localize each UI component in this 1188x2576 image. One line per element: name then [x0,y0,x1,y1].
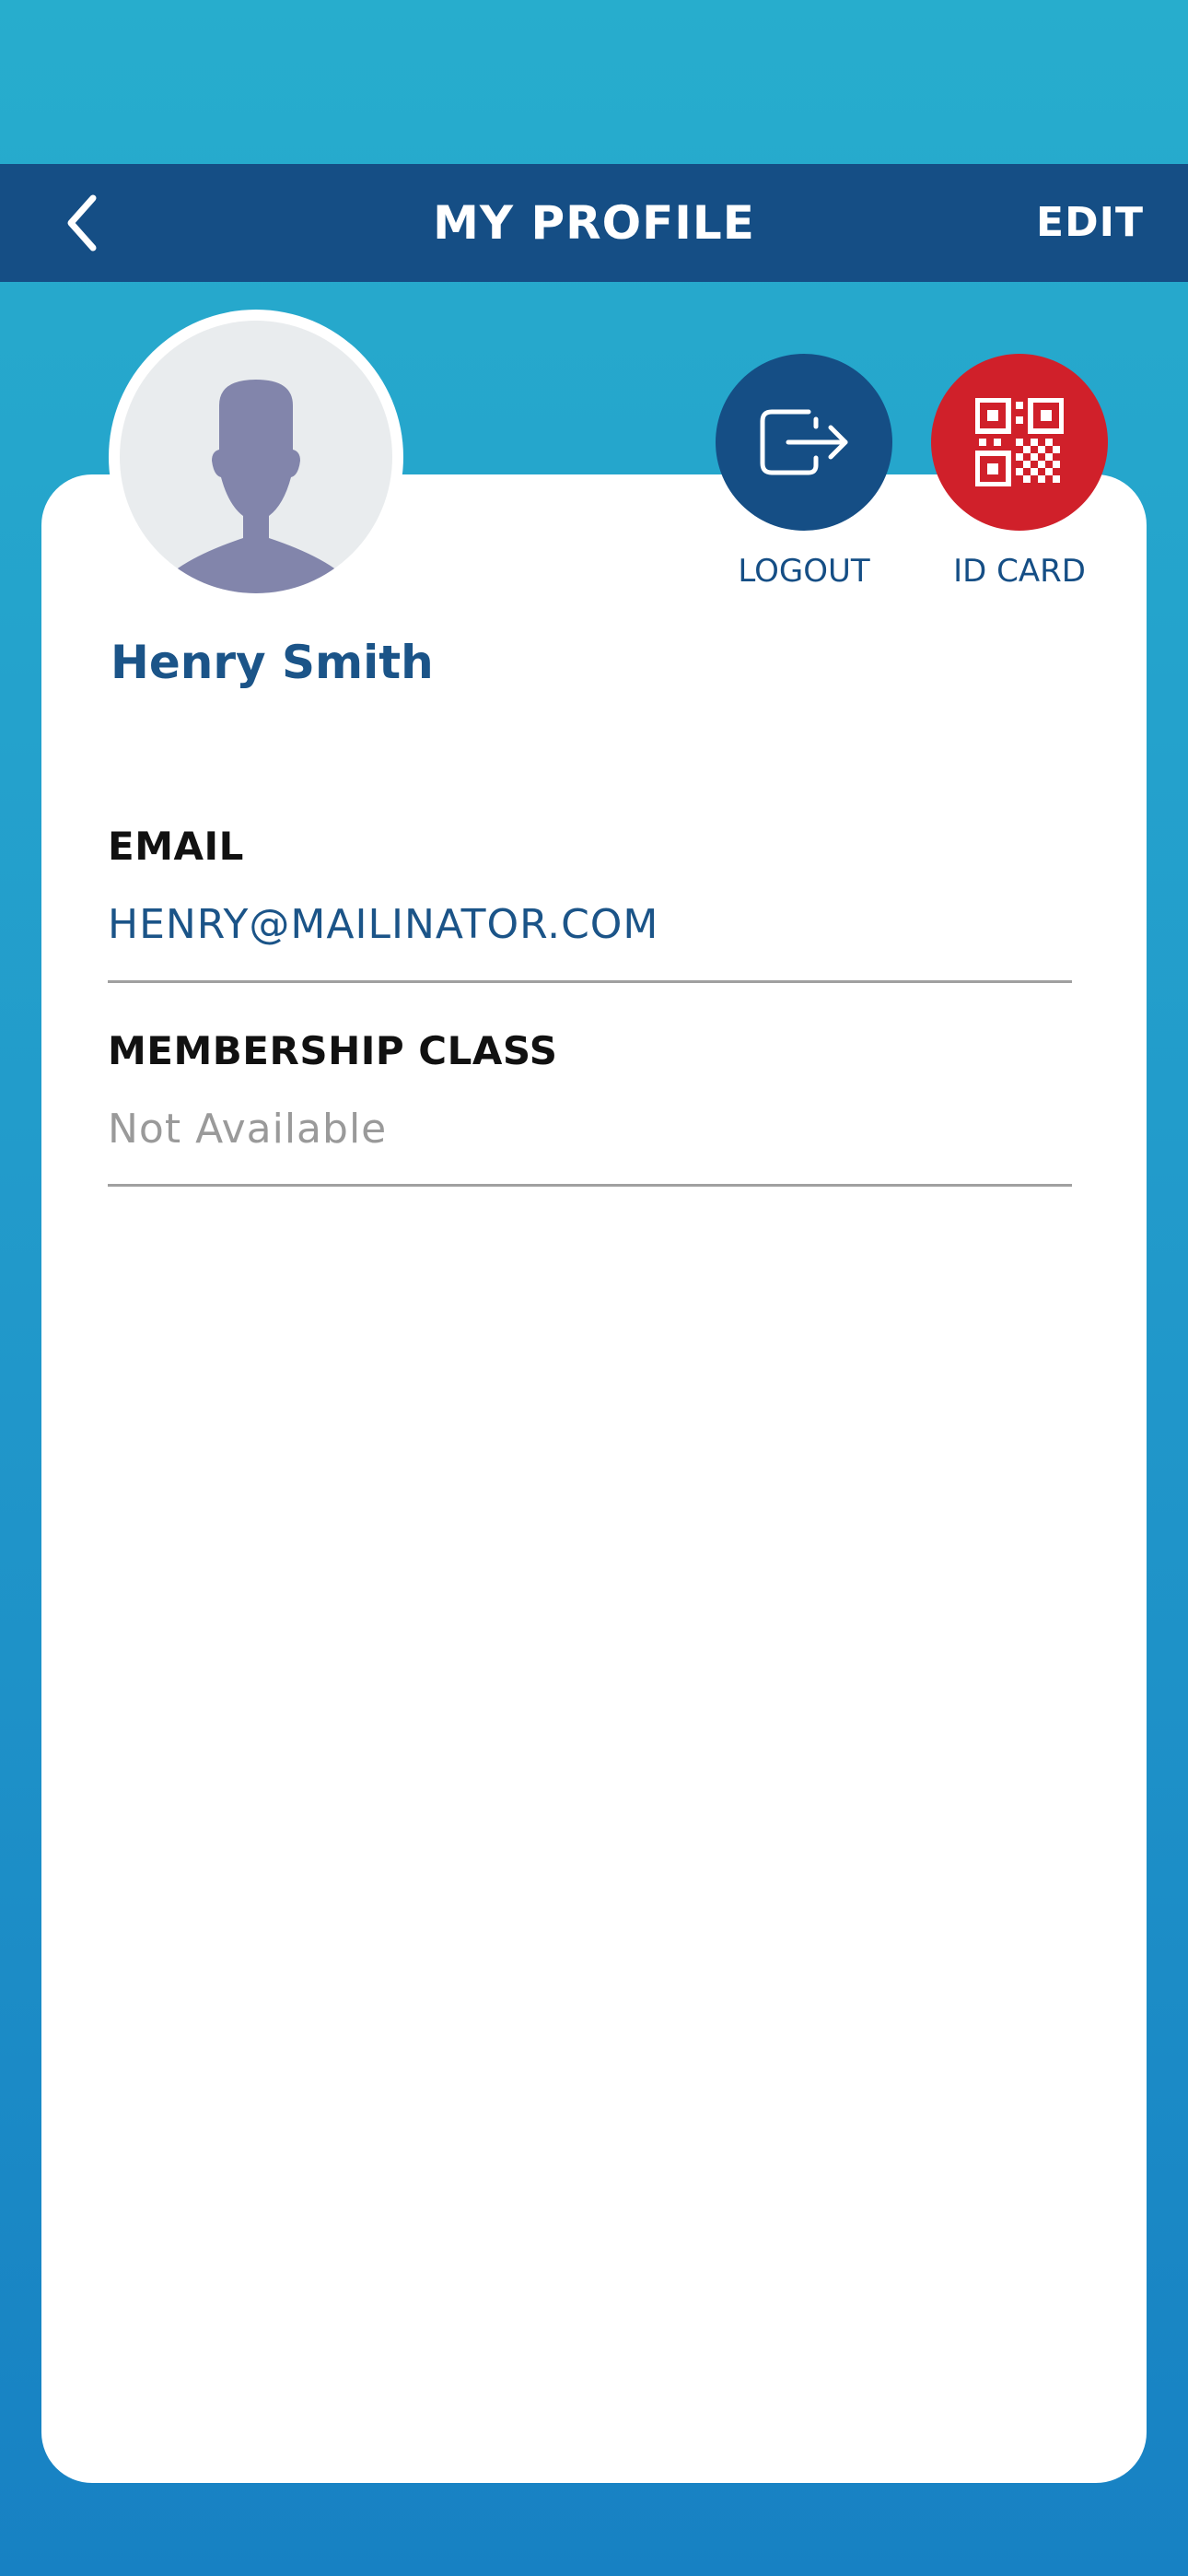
person-silhouette-icon [153,380,359,593]
logout-button[interactable] [716,354,892,531]
edit-button[interactable]: EDIT [1036,164,1144,282]
back-button[interactable] [46,186,120,260]
membership-class-label: MEMBERSHIP CLASS [108,1028,558,1073]
logout-icon [760,409,848,475]
logout-label: LOGOUT [738,553,870,590]
email-label: EMAIL [108,824,244,869]
profile-name: Henry Smith [111,636,434,689]
profile-card [41,474,1147,2483]
email-value: HENRY@MAILINATOR.COM [108,901,659,948]
id-card-button[interactable] [931,354,1108,531]
email-divider [108,980,1072,983]
membership-divider [108,1184,1072,1187]
id-card-label: ID CARD [953,553,1086,590]
membership-class-value: Not Available [108,1106,388,1153]
chevron-left-icon [67,194,97,252]
avatar [109,310,403,604]
page-title: MY PROFILE [433,196,755,250]
qr-code-icon [975,398,1064,486]
navigation-bar: MY PROFILE EDIT [0,164,1188,282]
